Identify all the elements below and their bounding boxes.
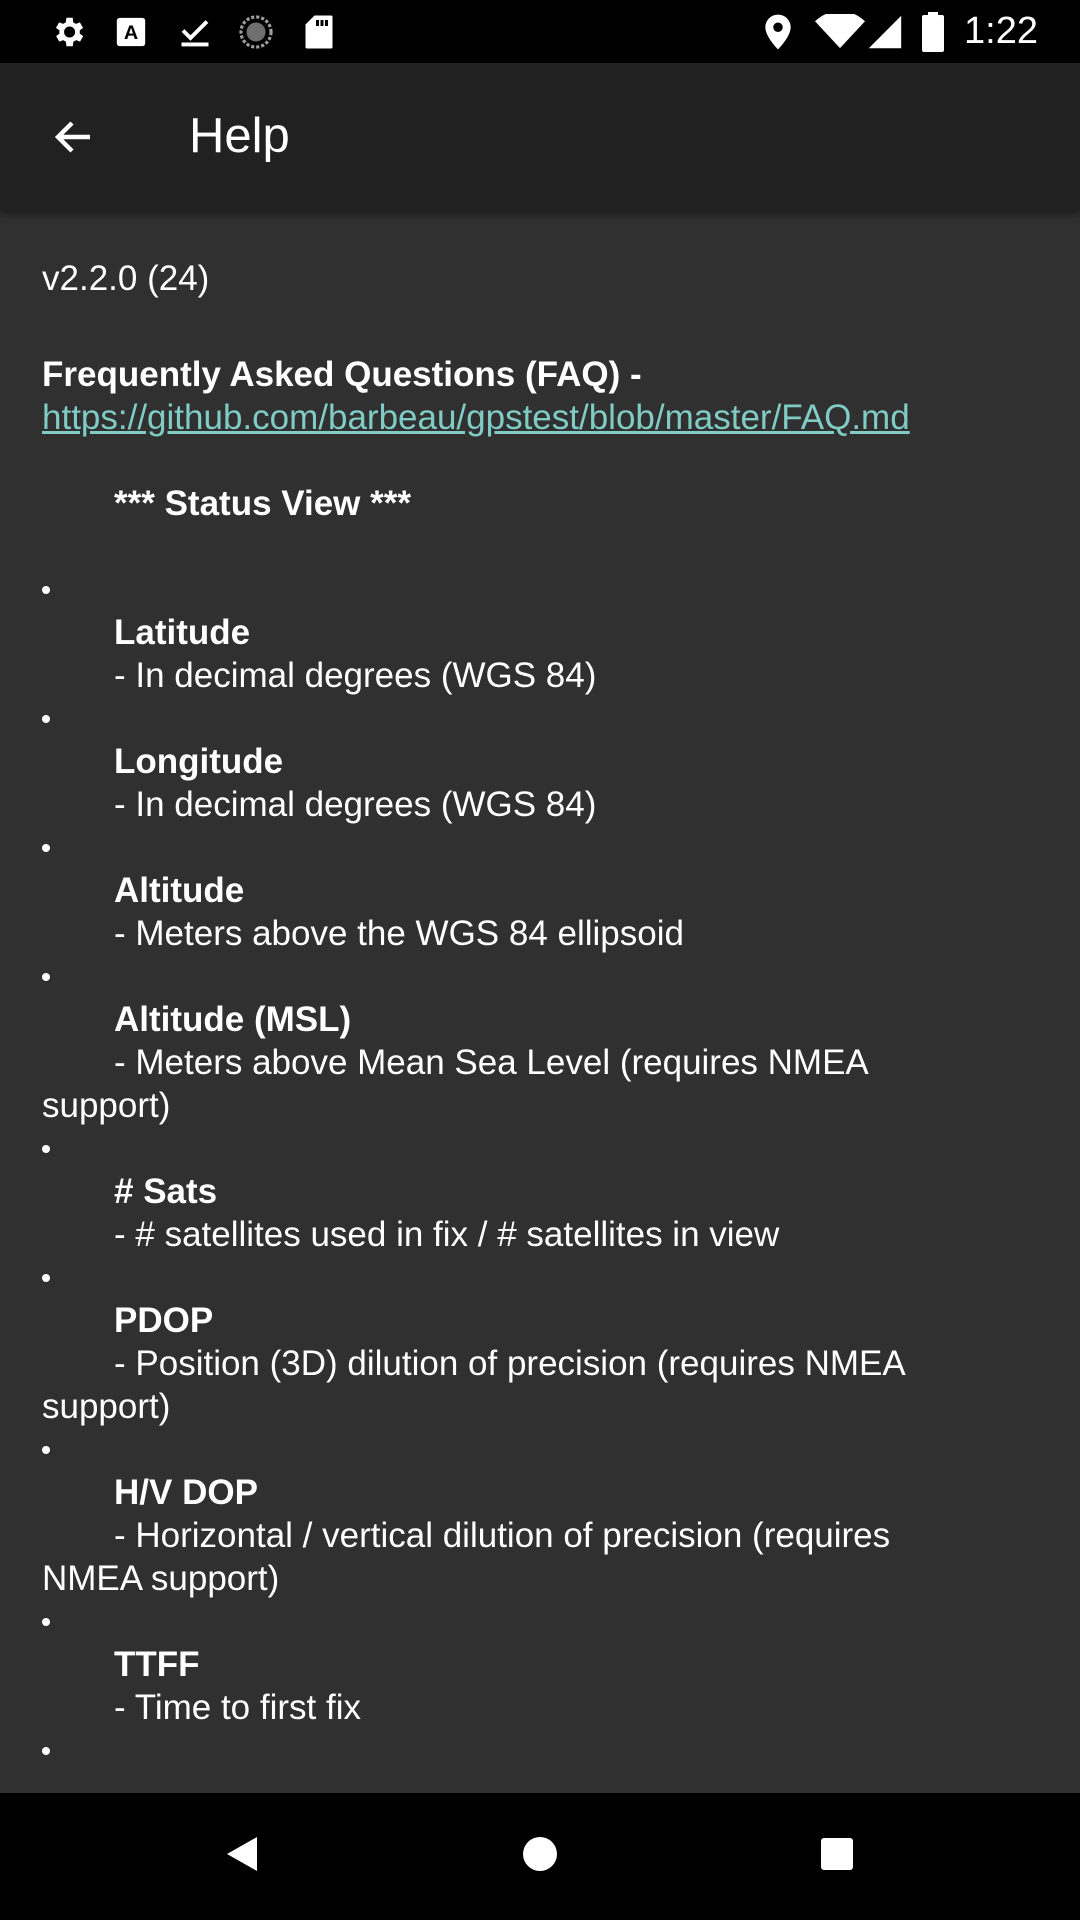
home-circle-icon — [522, 1836, 558, 1877]
bullet-icon — [42, 1145, 50, 1153]
item-desc-continued: NMEA support) — [42, 1559, 280, 1598]
navigation-bar — [0, 1793, 1080, 1920]
bullet-icon — [42, 1446, 50, 1454]
page-title: Help — [189, 109, 290, 163]
bullet-icon — [42, 586, 50, 594]
status-time: 1:22 — [964, 10, 1038, 52]
item-term: Latitude — [114, 613, 251, 652]
bullet-icon — [42, 1274, 50, 1282]
item-term: H/V DOP — [114, 1473, 258, 1512]
faq-label: Frequently Asked Questions (FAQ) - — [42, 355, 642, 394]
battery-icon — [916, 0, 950, 63]
item-term: PDOP — [114, 1301, 214, 1340]
recents-square-icon — [820, 1837, 854, 1876]
back-triangle-icon — [225, 1835, 259, 1878]
nav-back-button[interactable] — [182, 1793, 302, 1920]
signal-icon — [860, 0, 910, 63]
item-term: Altitude (MSL) — [114, 1000, 352, 1039]
sd-card-icon — [301, 0, 337, 63]
app-bar: Help — [0, 63, 1080, 210]
item-desc: - In decimal degrees (WGS 84) — [114, 656, 597, 695]
item-desc: - Position (3D) dilution of precision (r… — [114, 1344, 906, 1383]
item-term: Altitude — [114, 871, 245, 910]
nav-home-button[interactable] — [480, 1793, 600, 1920]
help-content[interactable]: v2.2.0 (24) Frequently Asked Questions (… — [0, 210, 1080, 1793]
item-term: # Sats — [114, 1172, 218, 1211]
status-bar: A 1:22 — [0, 0, 1080, 63]
item-desc: - Meters above the WGS 84 ellipsoid — [114, 914, 684, 953]
item-term: Longitude — [114, 742, 284, 781]
bullet-icon — [42, 844, 50, 852]
svg-text:A: A — [124, 22, 138, 44]
sync-icon — [236, 0, 276, 63]
item-desc-continued: support) — [42, 1387, 171, 1426]
version-text: v2.2.0 (24) — [42, 259, 210, 298]
item-desc: - In decimal degrees (WGS 84) — [114, 785, 597, 824]
bullet-icon — [42, 1618, 50, 1626]
section-title: *** Status View *** — [114, 484, 411, 523]
font-icon: A — [113, 0, 149, 63]
settings-icon — [48, 0, 88, 63]
bullet-icon — [42, 715, 50, 723]
bullet-icon — [42, 973, 50, 981]
item-desc: - # satellites used in fix / # satellite… — [114, 1215, 780, 1254]
item-term: TTFF — [114, 1645, 200, 1684]
item-desc: - Meters above Mean Sea Level (requires … — [114, 1043, 869, 1082]
download-done-icon — [175, 0, 215, 63]
arrow-back-icon — [50, 113, 98, 166]
item-desc: - Time to first fix — [114, 1688, 361, 1727]
location-icon — [758, 0, 798, 63]
item-desc: - Horizontal / vertical dilution of prec… — [114, 1516, 891, 1555]
faq-link[interactable]: https://github.com/barbeau/gpstest/blob/… — [42, 396, 910, 439]
item-desc-continued: support) — [42, 1086, 171, 1125]
nav-recents-button[interactable] — [777, 1793, 897, 1920]
back-button[interactable] — [34, 99, 114, 179]
bullet-icon — [42, 1747, 50, 1755]
